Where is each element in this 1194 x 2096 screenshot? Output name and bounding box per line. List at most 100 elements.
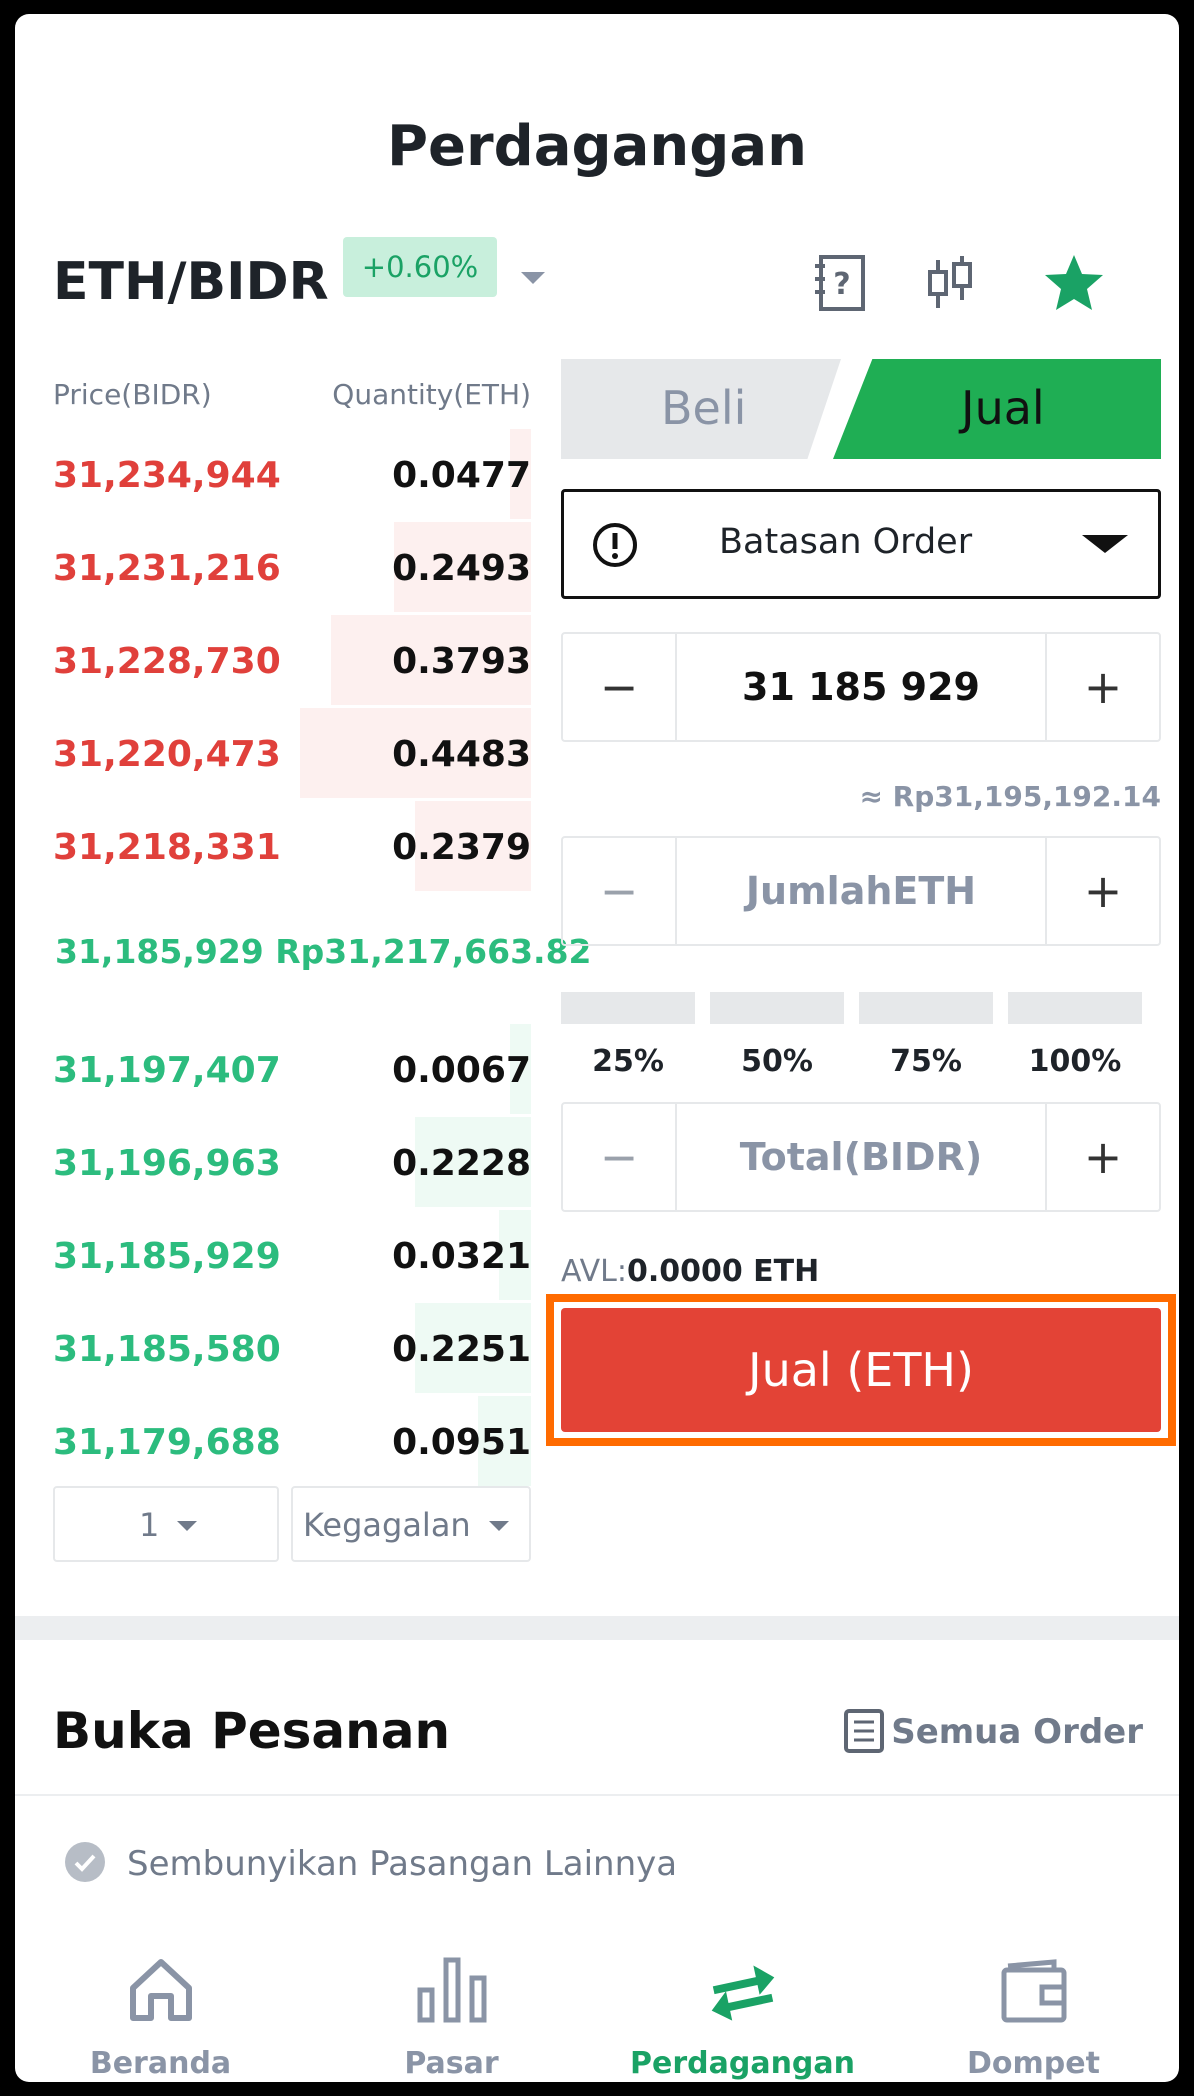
orderbook-row[interactable]: 31,179,688 0.0951 [53,1396,531,1486]
nav-home-label: Beranda [89,2046,232,2081]
nav-wallet-label: Dompet [967,2046,1100,2081]
help-doc-icon[interactable]: ? [810,252,872,314]
orderbook-price: 31,231,216 [53,548,281,589]
nav-home[interactable]: Beranda [15,1954,306,2082]
price-change-badge: +0.60% [343,237,497,297]
total-increase-button[interactable]: + [1045,1104,1159,1210]
nav-trade-label: Perdagangan [630,2046,855,2081]
price-input[interactable]: 31 185 929 [677,634,1045,740]
amount-input[interactable]: JumlahETH [677,838,1045,944]
favorite-star-icon[interactable] [1043,252,1105,314]
bar-chart-icon [417,1957,486,2023]
orderbook-row[interactable]: 31,185,929 0.0321 [53,1210,531,1300]
precision-select[interactable]: 1 [53,1486,279,1562]
orderbook-row[interactable]: 31,234,944 0.0477 [53,429,531,519]
nav-markets-label: Pasar [404,2046,499,2081]
tab-buy-label: Beli [661,381,747,435]
orderbook-price: 31,218,331 [53,827,281,868]
price-column-header: Price(BIDR) [53,378,212,411]
page-title: Perdagangan [387,114,807,179]
pair-dropdown-icon[interactable] [521,272,545,284]
order-type-select[interactable]: Batasan Order [561,489,1161,599]
tab-buy[interactable]: Beli [561,359,841,459]
sell-eth-button[interactable]: Jual (ETH) [561,1308,1161,1432]
caret-down-icon [1082,535,1128,553]
orderbook-row[interactable]: 31,228,730 0.3793 [53,615,531,705]
quantity-column-header: Quantity(ETH) [332,378,531,411]
percent-75-label[interactable]: 75% [859,1044,993,1079]
orderbook-quantity: 0.4483 [392,734,531,775]
chevron-down-icon [489,1521,509,1531]
percent-25-label[interactable]: 25% [561,1044,695,1079]
available-balance: AVL:0.0000 ETH [561,1254,819,1289]
orderbook-quantity: 0.0477 [392,455,531,496]
total-stepper: − Total(BIDR) + [561,1102,1161,1212]
orderbook-quantity: 0.0067 [392,1050,531,1091]
orderbook-price: 31,185,929 [53,1236,281,1277]
percent-50-bar[interactable] [710,992,844,1024]
book-mode-value: Kegagalan [303,1506,471,1544]
percent-100-label[interactable]: 100% [1008,1044,1142,1079]
check-icon [74,1854,96,1872]
orderbook-row[interactable]: 31,231,216 0.2493 [53,522,531,612]
orderbook-price: 31,196,963 [53,1143,281,1184]
price-decrease-button[interactable]: − [563,634,677,740]
orderbook-price: 31,228,730 [53,641,281,682]
home-icon [129,1959,192,2021]
nav-trade[interactable]: Perdagangan [597,1954,888,2082]
orderbook-quantity: 0.3793 [392,641,531,682]
orderbook-price: 31,197,407 [53,1050,281,1091]
orderbook-quantity: 0.2228 [392,1143,531,1184]
wallet-icon [1001,1959,1066,2023]
percent-25-bar[interactable] [561,992,695,1024]
mid-price-row[interactable]: 31,185,929 Rp31,217,663.82 [55,932,592,971]
amount-stepper: − JumlahETH + [561,836,1161,946]
mid-price: 31,185,929 [55,932,264,971]
section-separator [15,1616,1179,1640]
percent-50-label[interactable]: 50% [710,1044,844,1079]
total-decrease-button[interactable]: − [563,1104,677,1210]
price-increase-button[interactable]: + [1045,634,1159,740]
price-fiat-approx: ≈ Rp31,195,192.14 [859,780,1161,813]
orderbook-row[interactable]: 31,218,331 0.2379 [53,801,531,891]
available-value: 0.0000 ETH [626,1254,820,1289]
divider [15,1794,1179,1796]
percent-75-bar[interactable] [859,992,993,1024]
orderbook-price: 31,179,688 [53,1422,281,1463]
orderbook-price: 31,234,944 [53,455,281,496]
orderbook-quantity: 0.0951 [392,1422,531,1463]
percent-100-bar[interactable] [1008,992,1142,1024]
orderbook-row[interactable]: 31,196,963 0.2228 [53,1117,531,1207]
amount-increase-button[interactable]: + [1045,838,1159,944]
order-type-value: Batasan Order [719,522,973,562]
amount-decrease-button[interactable]: − [563,838,677,944]
pair-symbol[interactable]: ETH/BIDR [53,252,329,312]
orderbook-quantity: 0.2251 [392,1329,531,1370]
info-alert-icon [593,523,637,567]
book-mode-select[interactable]: Kegagalan [291,1486,531,1562]
order-list-icon[interactable] [843,1708,885,1754]
orderbook-row[interactable]: 31,220,473 0.4483 [53,708,531,798]
nav-markets[interactable]: Pasar [306,1954,597,2082]
tab-sell[interactable]: Jual [833,359,1161,459]
svg-text:?: ? [833,267,850,302]
orderbook-price: 31,220,473 [53,734,281,775]
hide-other-pairs-checkbox[interactable] [65,1842,105,1882]
all-orders-link[interactable]: Semua Order [891,1712,1143,1752]
precision-value: 1 [139,1506,160,1544]
orderbook-quantity: 0.2379 [392,827,531,868]
chevron-down-icon [177,1521,197,1531]
orderbook-row[interactable]: 31,185,580 0.2251 [53,1303,531,1393]
mid-price-fiat: Rp31,217,663.82 [275,932,592,971]
orderbook-price: 31,185,580 [53,1329,281,1370]
orderbook-row[interactable]: 31,197,407 0.0067 [53,1024,531,1114]
trade-screen: Perdagangan ETH/BIDR +0.60% ? Price(BIDR… [15,14,1179,2082]
total-input[interactable]: Total(BIDR) [677,1104,1045,1210]
available-label: AVL: [561,1254,627,1289]
candlestick-chart-icon[interactable] [920,252,982,314]
swap-arrows-icon [711,1965,774,2021]
open-orders-title: Buka Pesanan [53,1702,451,1760]
tab-sell-label: Jual [961,381,1045,435]
hide-other-pairs-label[interactable]: Sembunyikan Pasangan Lainnya [127,1844,677,1884]
nav-wallet[interactable]: Dompet [888,1954,1179,2082]
